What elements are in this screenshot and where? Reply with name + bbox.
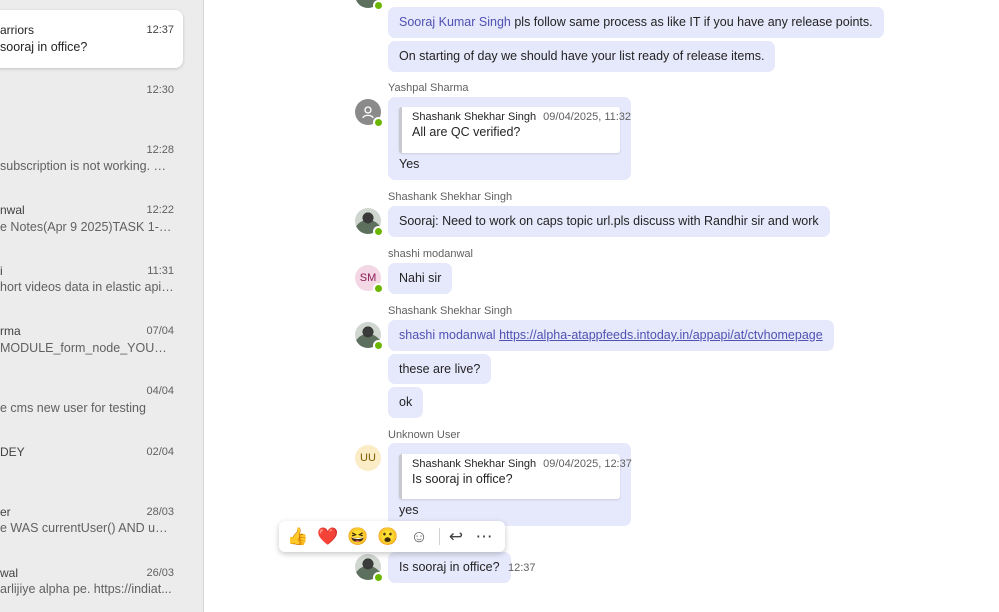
- chat-name: rma: [0, 324, 21, 338]
- message-bubble[interactable]: shashi modanwal https://alpha-atappfeeds…: [388, 320, 834, 351]
- sender-name: Shashank Shekhar Singh: [388, 305, 513, 317]
- surprised-icon[interactable]: 😮: [377, 526, 399, 548]
- presence-indicator: [373, 283, 384, 294]
- chat-time: 12:30: [146, 84, 174, 96]
- chat-item[interactable]: er 28/03 e WAS currentUser() AND upd...: [0, 500, 203, 558]
- message-time: 12:37: [508, 562, 536, 574]
- divider: [439, 528, 440, 545]
- quote-time: 09/04/2025, 11:32: [543, 111, 632, 123]
- chat-time: 12:22: [146, 204, 174, 216]
- sender-name: shashi modanwal: [388, 248, 473, 260]
- presence-indicator: [373, 117, 384, 128]
- chat-item[interactable]: rma 07/04 MODULE_form_node_YOURC...: [0, 319, 203, 377]
- chat-name: nwal: [0, 203, 25, 217]
- chat-time: 04/04: [146, 385, 174, 397]
- message-bubble[interactable]: On starting of day we should have your l…: [388, 41, 776, 72]
- presence-indicator: [373, 572, 384, 583]
- chat-item[interactable]: 04/04 e cms new user for testing: [0, 379, 203, 437]
- quoted-reply[interactable]: Shashank Shekhar Singh 09/04/2025, 11:32 …: [399, 107, 631, 153]
- chat-time: 26/03: [146, 567, 174, 579]
- chat-preview: e Notes(Apr 9 2025)TASK 1- SP...: [0, 220, 174, 234]
- mention[interactable]: Sooraj Kumar Singh: [399, 15, 511, 29]
- person-icon: [362, 106, 374, 119]
- avatar[interactable]: [355, 208, 384, 237]
- quoted-reply[interactable]: Shashank Shekhar Singh 09/04/2025, 12:37 …: [399, 454, 632, 499]
- quote-author: Shashank Shekhar Singh: [412, 111, 537, 123]
- presence-indicator: [373, 340, 384, 351]
- add-reaction-icon[interactable]: ☺: [408, 526, 430, 548]
- message-link[interactable]: https://alpha-atappfeeds.intoday.in/appa…: [499, 328, 823, 342]
- message-bubble[interactable]: these are live?: [388, 354, 492, 384]
- avatar-initials: SM: [359, 272, 377, 284]
- message-text: Is sooraj in office?: [399, 560, 500, 574]
- sender-name: Shashank Shekhar Singh: [388, 191, 513, 203]
- avatar-initials: UU: [360, 452, 376, 464]
- quote-text: Is sooraj in office?: [412, 472, 513, 486]
- avatar[interactable]: [355, 0, 384, 11]
- sender-name: Unknown User: [388, 429, 461, 441]
- chat-preview: sooraj in office?: [0, 40, 88, 54]
- chat-name: arriors: [0, 23, 35, 37]
- message-text: Sooraj: Need to work on caps topic url.p…: [399, 214, 819, 228]
- message-bubble[interactable]: Nahi sir: [388, 263, 453, 294]
- chat-list: arriors 12:37 sooraj in office? 12:30 12…: [0, 0, 204, 612]
- chat-item[interactable]: 12:28 subscription is not working. Pl...: [0, 138, 203, 196]
- chat-preview: subscription is not working. Pl...: [0, 159, 174, 173]
- chat-time: 07/04: [146, 325, 174, 337]
- quote-author: Shashank Shekhar Singh: [412, 458, 537, 470]
- heart-icon[interactable]: ❤️: [317, 526, 339, 548]
- chat-preview: e WAS currentUser() AND upd...: [0, 521, 174, 535]
- message-bubble[interactable]: Shashank Shekhar Singh 09/04/2025, 12:37 …: [388, 443, 632, 526]
- avatar[interactable]: [355, 554, 384, 583]
- message-bubble[interactable]: ok: [388, 387, 424, 418]
- reaction-bar: 👍 ❤️ 😆 😮 ☺ ↩ ⋯: [279, 521, 505, 552]
- chat-preview: arlijiye alpha pe. https://indiat...: [0, 582, 172, 596]
- chat-preview: MODULE_form_node_YOURC...: [0, 341, 174, 355]
- chat-name: DEY: [0, 445, 25, 459]
- message-bubble[interactable]: Shashank Shekhar Singh 09/04/2025, 11:32 …: [388, 97, 631, 180]
- chat-time: 28/03: [146, 506, 174, 518]
- chat-preview: e cms new user for testing: [0, 401, 146, 415]
- message-bubble[interactable]: Is sooraj in office?: [388, 552, 511, 583]
- reply-icon[interactable]: ↩: [445, 526, 467, 548]
- chat-time: 12:28: [146, 144, 174, 156]
- chat-item[interactable]: nwal 12:22 e Notes(Apr 9 2025)TASK 1- SP…: [0, 198, 203, 256]
- avatar[interactable]: UU: [355, 445, 381, 471]
- chat-item[interactable]: wal 26/03 arlijiye alpha pe. https://ind…: [0, 561, 203, 612]
- chat-time: 11:31: [147, 265, 174, 277]
- thumbs-up-icon[interactable]: 👍: [287, 526, 309, 548]
- message-text: ok: [399, 395, 413, 409]
- chat-name: er: [0, 505, 11, 519]
- message-bubble[interactable]: Sooraj Kumar Singh pls follow same proce…: [388, 7, 884, 38]
- chat-item[interactable]: 12:30: [0, 78, 203, 136]
- presence-indicator: [373, 226, 384, 237]
- laugh-icon[interactable]: 😆: [347, 526, 369, 548]
- avatar[interactable]: [355, 322, 384, 351]
- message-text: pls follow same process as like IT if yo…: [510, 15, 873, 29]
- presence-indicator: [373, 0, 384, 11]
- message-text: these are live?: [399, 362, 481, 376]
- chat-item-active[interactable]: arriors 12:37 sooraj in office?: [0, 10, 183, 68]
- message-text: On starting of day we should have your l…: [399, 49, 765, 63]
- quote-text: All are QC verified?: [412, 125, 521, 139]
- quote-time: 09/04/2025, 12:37: [543, 458, 632, 470]
- more-options-icon[interactable]: ⋯: [473, 526, 495, 548]
- chat-time: 02/04: [146, 446, 174, 458]
- mention[interactable]: shashi modanwal: [399, 328, 496, 342]
- message-bubble[interactable]: Sooraj: Need to work on caps topic url.p…: [388, 206, 830, 237]
- chat-preview: hort videos data in elastic api f...: [0, 280, 174, 294]
- chat-item[interactable]: DEY 02/04: [0, 440, 203, 498]
- avatar[interactable]: [355, 99, 384, 128]
- sender-name: Yashpal Sharma: [388, 82, 469, 94]
- message-text: Yes: [399, 157, 420, 171]
- chat-item[interactable]: i 11:31 hort videos data in elastic api …: [0, 259, 203, 317]
- avatar[interactable]: SM: [355, 265, 384, 294]
- chat-name: i: [0, 264, 3, 278]
- chat-time: 12:37: [146, 24, 174, 36]
- message-text: Nahi sir: [399, 271, 442, 285]
- chat-name: wal: [0, 566, 19, 580]
